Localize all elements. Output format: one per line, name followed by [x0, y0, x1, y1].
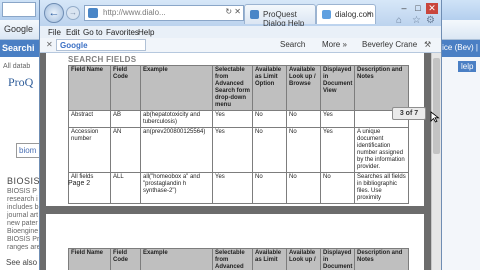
table-row: All fields ALL all("homeobox a" and "pro… — [68, 172, 409, 204]
pdf-document-area: SEARCH FIELDS Field Name Field Code Exam… — [40, 53, 431, 270]
help-popup-window: ← → http://www.dialo... ↻ ✕ ProQuest Dia… — [39, 0, 442, 270]
toolbar-more-button[interactable]: More » — [322, 40, 347, 49]
background-back-button[interactable] — [2, 2, 36, 17]
table-cell: Abstract — [68, 110, 111, 128]
google-toolbar: ✕ Google Search More » Beverley Crane ⚒ — [40, 38, 441, 53]
back-arrow-icon[interactable]: ← — [44, 3, 64, 23]
proquest-logo: ProQ — [8, 75, 34, 89]
table-header-row: Field Name Field Code Example Selectable… — [68, 248, 409, 270]
column-header: Example — [140, 248, 213, 270]
table-cell: Yes — [212, 110, 253, 128]
minimize-icon[interactable]: – — [398, 3, 410, 14]
column-header: Available as Limit — [252, 248, 287, 270]
toolbar-search-button[interactable]: Search — [280, 40, 305, 49]
see-also-link[interactable]: See also — [6, 258, 37, 267]
table-row: Abstract AB ab(hepatotoxicity and tuberc… — [68, 110, 409, 128]
table-cell: No — [252, 172, 287, 204]
maximize-icon[interactable]: □ — [412, 3, 424, 14]
pdf-page: SEARCH FIELDS Field Name Field Code Exam… — [46, 53, 424, 206]
column-header: Field Code — [110, 65, 141, 111]
table-cell: Searches all fields in bibliographic fil… — [354, 172, 409, 204]
help-badge[interactable]: lelp — [458, 61, 477, 72]
favorites-star-icon[interactable]: ☆ — [412, 15, 421, 26]
table-cell: Yes — [320, 110, 355, 128]
column-header: Selectable from Advanced Search form dro… — [212, 65, 253, 111]
close-toolbar-icon[interactable]: ✕ — [46, 40, 53, 49]
tab-favicon-icon — [250, 10, 259, 19]
column-header: Field Name — [68, 248, 111, 270]
background-tab-search[interactable]: Searchi — [0, 40, 40, 57]
mouse-cursor-icon — [430, 111, 440, 123]
table-cell: No — [286, 172, 321, 204]
table-cell: AN — [110, 127, 141, 173]
table-cell: Yes — [212, 127, 253, 173]
table-cell: No — [252, 110, 287, 128]
table-cell: No — [252, 127, 287, 173]
biosis-heading: BIOSIS — [7, 176, 41, 186]
gear-icon[interactable]: ⚙ — [426, 15, 435, 26]
menu-edit[interactable]: Edit — [66, 28, 80, 37]
tab-dialog-com[interactable]: dialog.com ✕ — [316, 4, 376, 24]
table-cell: Accession number — [68, 127, 111, 173]
table-cell: an(prev200800125564) — [140, 127, 213, 173]
column-header: Description and Notes — [354, 65, 409, 111]
table-header-row: Field Name Field Code Example Selectable… — [68, 65, 409, 111]
search-fields-table: Field Name Field Code Example Selectable… — [68, 65, 409, 204]
column-header: Field Name — [68, 65, 111, 111]
table-cell: all("homeobox a" and "prostaglandin h sy… — [140, 172, 213, 204]
menu-bar: File Edit Go to Favorites Help — [40, 26, 441, 38]
table-cell: ALL — [110, 172, 141, 204]
table-cell: All fields — [68, 172, 111, 204]
menu-go-to[interactable]: Go to — [83, 28, 103, 37]
page-number: Page 2 — [68, 180, 91, 187]
tab-proquest-dialog-help[interactable]: ProQuest Dialog Help — [244, 4, 316, 28]
tab-favicon-icon — [322, 10, 331, 19]
table-cell: ab(hepatotoxicity and tuberculosis) — [140, 110, 213, 128]
pdf-page: Field Name Field Code Example Selectable… — [46, 214, 424, 270]
refresh-icon[interactable]: ↻ ✕ — [225, 7, 241, 16]
column-header: Displayed in Document — [320, 248, 355, 270]
popup-titlebar: ← → http://www.dialo... ↻ ✕ ProQuest Dia… — [40, 0, 441, 28]
column-header: Displayed in Document View — [320, 65, 355, 111]
close-window-icon[interactable]: ✕ — [426, 3, 438, 14]
search-fields-table-continued: Field Name Field Code Example Selectable… — [68, 248, 409, 270]
vertical-scrollbar[interactable] — [431, 53, 441, 270]
table-cell: No — [320, 172, 355, 204]
background-user-label[interactable]: ice (Bev) | — [442, 43, 478, 52]
page-indicator: 3 of 7 — [392, 107, 426, 120]
column-header: Available Look up / — [286, 248, 321, 270]
close-tab-icon[interactable]: ✕ — [366, 10, 372, 18]
toolbar-user-button[interactable]: Beverley Crane — [362, 40, 417, 49]
forward-arrow-icon[interactable]: → — [66, 6, 80, 20]
address-bar[interactable]: http://www.dialo... ↻ ✕ — [84, 5, 244, 21]
google-search-box[interactable]: Google — [56, 39, 146, 51]
menu-help[interactable]: Help — [138, 28, 154, 37]
column-header: Available as Limit Option — [252, 65, 287, 111]
table-cell: A unique document identification number … — [354, 127, 409, 173]
table-cell: No — [286, 110, 321, 128]
all-databases-link[interactable]: All datab — [3, 62, 37, 71]
scrollbar-thumb[interactable] — [433, 58, 440, 154]
column-header: Description and Notes — [354, 248, 409, 270]
menu-file[interactable]: File — [48, 28, 61, 37]
section-title: SEARCH FIELDS — [68, 55, 137, 64]
table-cell: AB — [110, 110, 141, 128]
google-logo: Google — [60, 41, 88, 50]
table-row: Accession number AN an(prev200800125564)… — [68, 127, 409, 173]
biosis-description: BIOSIS P research i includes b journal a… — [7, 188, 41, 251]
column-header: Selectable from Advanced Search — [212, 248, 253, 270]
address-url[interactable]: http://www.dialo... — [103, 8, 166, 17]
table-cell: No — [286, 127, 321, 173]
table-cell: Yes — [320, 127, 355, 173]
background-right-panel: lelp — [442, 57, 480, 270]
site-favicon-icon — [88, 8, 98, 18]
home-icon[interactable]: ⌂ — [396, 15, 402, 26]
background-google-label[interactable]: Google — [4, 24, 33, 34]
column-header: Example — [140, 65, 213, 111]
menu-favorites[interactable]: Favorites — [106, 28, 139, 37]
column-header: Available Look up / Browse — [286, 65, 321, 111]
wrench-icon[interactable]: ⚒ — [424, 40, 431, 49]
table-cell: Yes — [212, 172, 253, 204]
column-header: Field Code — [110, 248, 141, 270]
